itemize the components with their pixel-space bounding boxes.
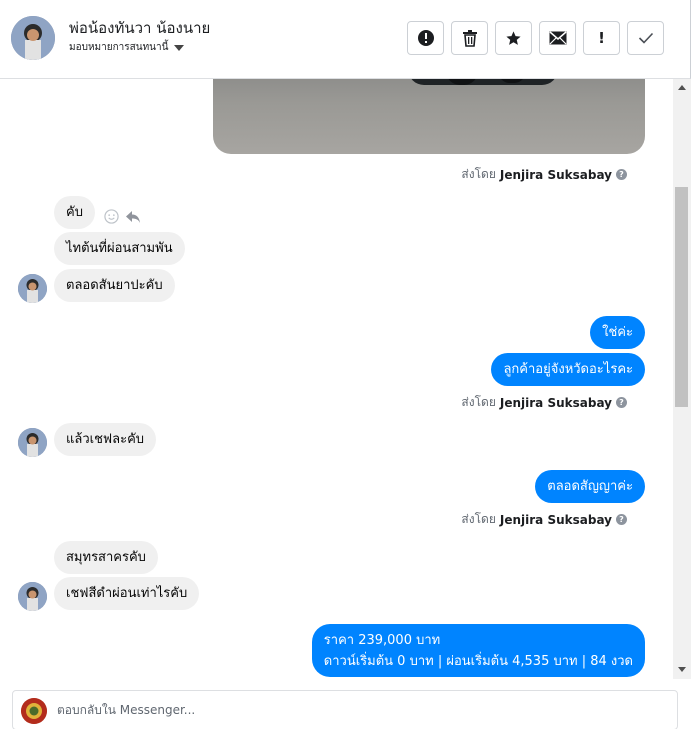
scrollbar-thumb[interactable]	[675, 187, 688, 407]
help-icon[interactable]: ?	[616, 169, 627, 180]
sent-by-label: ส่งโดย Jenjira Suksabay ?	[461, 510, 627, 529]
reply-input[interactable]	[57, 697, 657, 723]
delete-button[interactable]	[451, 21, 488, 55]
price-line: ราคา 239,000 บาท	[323, 632, 441, 648]
incoming-message[interactable]: ไทต้นที่ผ่อนสามพัน	[54, 232, 185, 265]
contact-avatar-small	[18, 274, 47, 303]
trash-icon	[462, 29, 477, 47]
star-icon	[506, 30, 521, 45]
caret-down-icon	[174, 44, 185, 51]
header-actions: !	[407, 21, 664, 55]
installment-line: ดาวน์เริ่มต้น 0 บาท | ผ่อนเริ่มต้น 4,535…	[323, 653, 633, 669]
image-attachment[interactable]	[213, 79, 645, 154]
sent-by-label: ส่งโดย Jenjira Suksabay ?	[461, 165, 627, 184]
contact-name[interactable]: พ่อน้องทันวา น้องนาย	[69, 16, 210, 40]
thread-scrollbar[interactable]	[673, 79, 691, 679]
outgoing-message[interactable]: ใช่ค่ะ	[590, 316, 645, 349]
outgoing-message[interactable]: ตลอดสัญญาค่ะ	[535, 470, 645, 503]
mark-spam-button[interactable]	[407, 21, 444, 55]
scroll-down-icon[interactable]	[678, 667, 686, 672]
assign-label: มอบหมายการสนทนานี้	[69, 42, 169, 53]
envelope-icon	[549, 31, 566, 45]
car-photo-shape	[408, 79, 558, 85]
smiley-icon[interactable]	[104, 209, 119, 224]
star-button[interactable]	[495, 21, 532, 55]
mark-unread-button[interactable]	[539, 21, 576, 55]
reply-icon[interactable]	[125, 210, 141, 224]
contact-avatar[interactable]	[11, 16, 55, 60]
reply-bar	[12, 690, 678, 729]
check-icon	[638, 32, 653, 44]
message-thread[interactable]: ส่งโดย Jenjira Suksabay ? คับ ไทต้นที่ผ่…	[0, 79, 673, 679]
assign-conversation-dropdown[interactable]: มอบหมายการสนทนานี้	[69, 40, 185, 55]
incoming-message[interactable]: แล้วเชฟละคับ	[54, 423, 157, 456]
outgoing-message[interactable]: ราคา 239,000 บาท ดาวน์เริ่มต้น 0 บาท | ผ…	[311, 624, 645, 677]
incoming-message[interactable]: คับ	[54, 196, 95, 229]
contact-avatar-small	[18, 582, 47, 611]
page-avatar	[21, 698, 47, 724]
message-reactions	[104, 209, 141, 224]
flag-button[interactable]: !	[583, 21, 620, 55]
help-icon[interactable]: ?	[616, 514, 627, 525]
sent-by-label: ส่งโดย Jenjira Suksabay ?	[461, 393, 627, 412]
outgoing-message[interactable]: ลูกค้าอยู่จังหวัดอะไรคะ	[491, 353, 645, 386]
scroll-up-icon[interactable]	[678, 85, 686, 90]
alert-circle-icon	[417, 30, 434, 46]
exclamation-icon: !	[598, 29, 605, 47]
contact-avatar-small	[18, 428, 47, 457]
conversation-header: พ่อน้องทันวา น้องนาย มอบหมายการสนทนานี้	[0, 0, 691, 79]
help-icon[interactable]: ?	[616, 397, 627, 408]
incoming-message[interactable]: สมุทรสาครคับ	[54, 541, 158, 574]
incoming-message[interactable]: เชฟสีดำผ่อนเท่าไรคับ	[54, 577, 200, 610]
incoming-message[interactable]: ตลอดสันยาปะคับ	[54, 269, 175, 302]
mark-done-button[interactable]	[627, 21, 664, 55]
